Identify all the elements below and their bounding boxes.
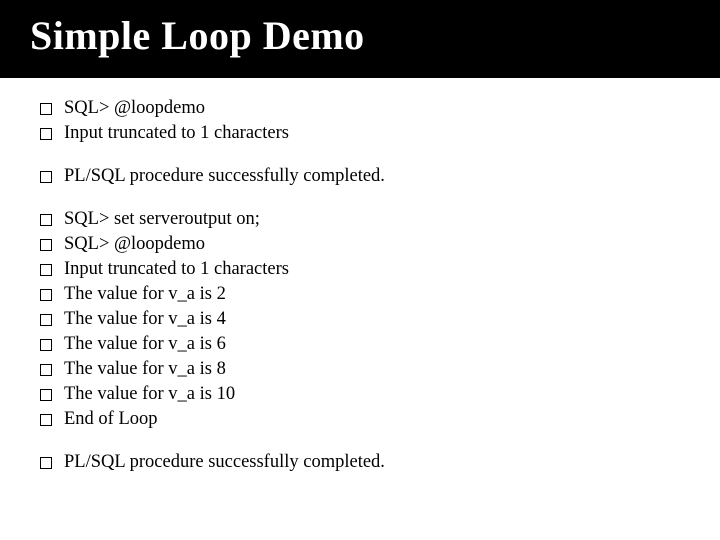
list-item: Input truncated to 1 characters (40, 257, 680, 282)
bullet-text: SQL> @loopdemo (64, 232, 680, 257)
square-bullet-icon (40, 239, 52, 251)
slide-title: Simple Loop Demo (0, 0, 720, 78)
bullet-text: PL/SQL procedure successfully completed. (64, 164, 680, 189)
bullet-text: PL/SQL procedure successfully completed. (64, 450, 680, 475)
slide: Simple Loop Demo SQL> @loopdemo Input tr… (0, 0, 720, 540)
list-item: SQL> @loopdemo (40, 232, 680, 257)
bullet-text: End of Loop (64, 407, 680, 432)
bullet-text: The value for v_a is 10 (64, 382, 680, 407)
square-bullet-icon (40, 171, 52, 183)
bullet-text: The value for v_a is 2 (64, 282, 680, 307)
square-bullet-icon (40, 289, 52, 301)
list-item: The value for v_a is 2 (40, 282, 680, 307)
list-item: PL/SQL procedure successfully completed. (40, 164, 680, 189)
bullet-text: SQL> set serveroutput on; (64, 207, 680, 232)
bullet-text: The value for v_a is 4 (64, 307, 680, 332)
square-bullet-icon (40, 414, 52, 426)
square-bullet-icon (40, 339, 52, 351)
bullet-text: Input truncated to 1 characters (64, 257, 680, 282)
list-item: Input truncated to 1 characters (40, 121, 680, 146)
square-bullet-icon (40, 264, 52, 276)
list-item: End of Loop (40, 407, 680, 432)
square-bullet-icon (40, 128, 52, 140)
square-bullet-icon (40, 389, 52, 401)
bullet-group: PL/SQL procedure successfully completed. (40, 164, 680, 189)
list-item: The value for v_a is 10 (40, 382, 680, 407)
square-bullet-icon (40, 457, 52, 469)
bullet-text: Input truncated to 1 characters (64, 121, 680, 146)
square-bullet-icon (40, 364, 52, 376)
bullet-text: The value for v_a is 8 (64, 357, 680, 382)
list-item: SQL> set serveroutput on; (40, 207, 680, 232)
list-item: The value for v_a is 6 (40, 332, 680, 357)
bullet-group: PL/SQL procedure successfully completed. (40, 450, 680, 475)
square-bullet-icon (40, 103, 52, 115)
slide-body: SQL> @loopdemo Input truncated to 1 char… (0, 78, 720, 540)
list-item: The value for v_a is 4 (40, 307, 680, 332)
list-item: PL/SQL procedure successfully completed. (40, 450, 680, 475)
bullet-group: SQL> @loopdemo Input truncated to 1 char… (40, 96, 680, 146)
square-bullet-icon (40, 214, 52, 226)
bullet-text: SQL> @loopdemo (64, 96, 680, 121)
bullet-group: SQL> set serveroutput on; SQL> @loopdemo… (40, 207, 680, 432)
list-item: SQL> @loopdemo (40, 96, 680, 121)
bullet-text: The value for v_a is 6 (64, 332, 680, 357)
square-bullet-icon (40, 314, 52, 326)
list-item: The value for v_a is 8 (40, 357, 680, 382)
